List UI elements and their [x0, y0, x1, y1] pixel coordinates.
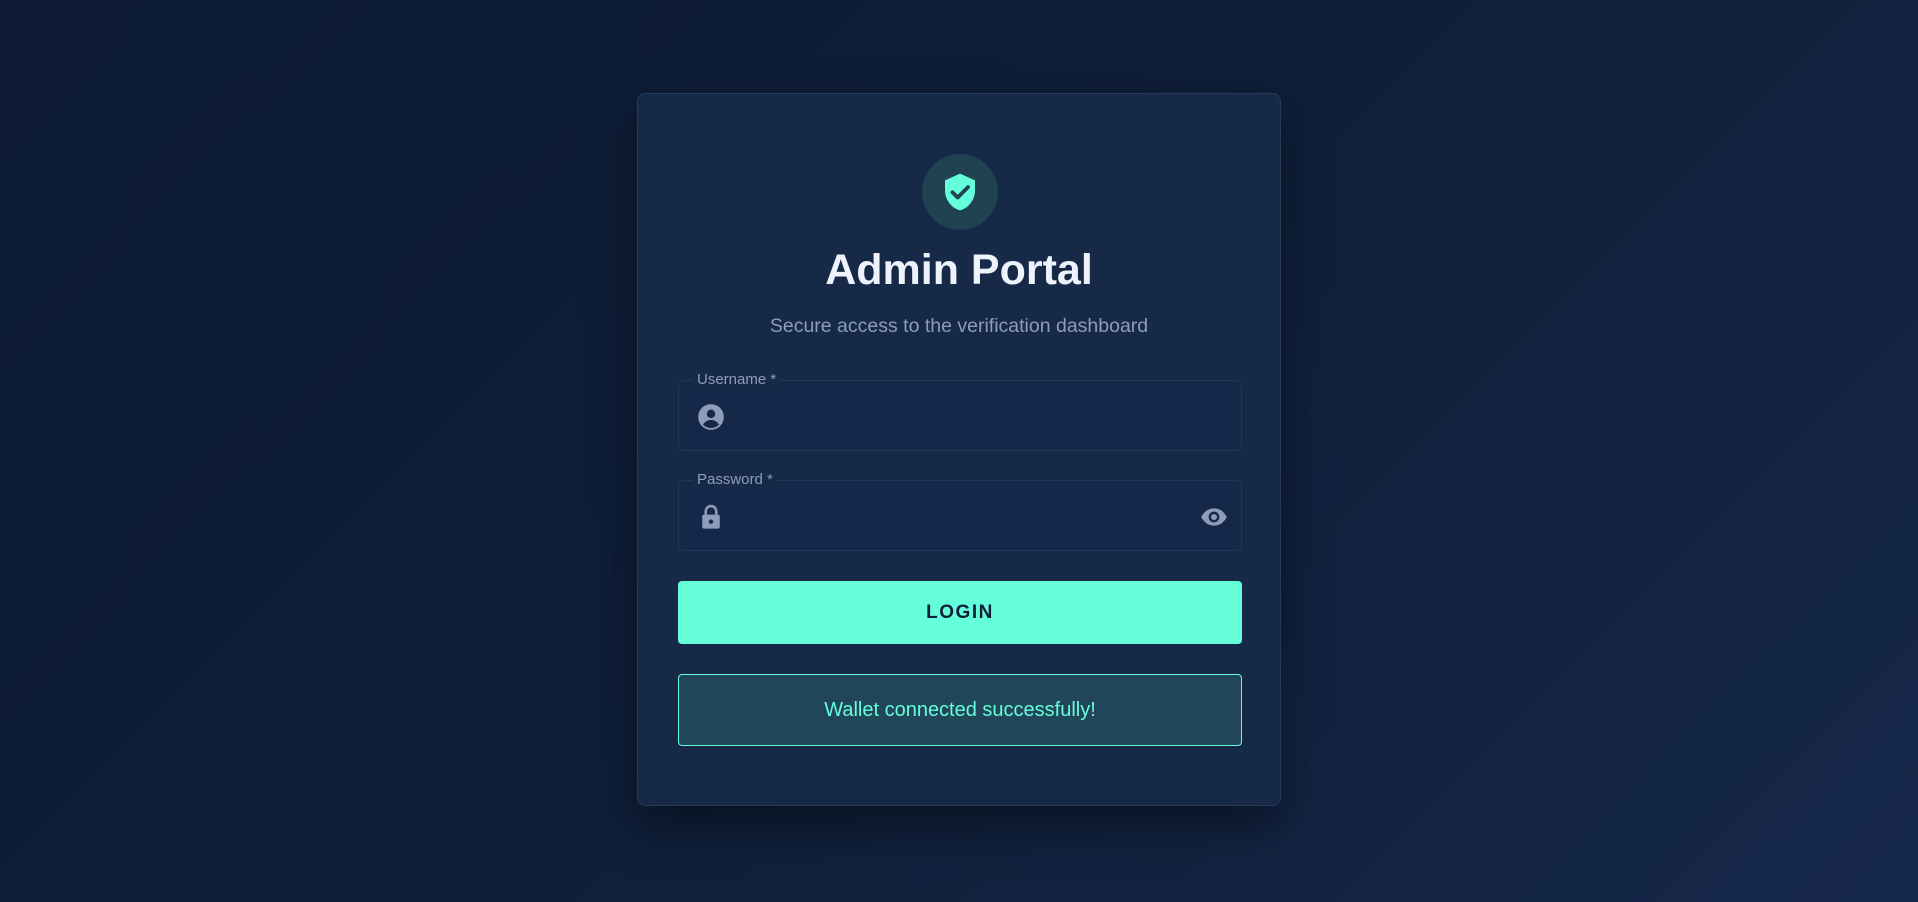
lock-icon	[702, 504, 720, 529]
status-alert: Wallet connected successfully!	[678, 674, 1242, 746]
logo-badge	[922, 154, 998, 230]
status-message: Wallet connected successfully!	[824, 698, 1096, 721]
password-field[interactable]: Password *	[678, 471, 1242, 551]
login-button[interactable]: LOGIN	[678, 581, 1242, 644]
username-label: Username *	[693, 371, 781, 389]
username-field[interactable]: Username *	[678, 371, 1242, 451]
password-input[interactable]	[739, 495, 1179, 539]
username-input[interactable]	[739, 395, 1179, 439]
user-circle-icon	[698, 404, 724, 430]
eye-icon[interactable]	[1199, 503, 1229, 531]
password-label: Password *	[693, 471, 777, 489]
page-title: Admin Portal	[825, 246, 1093, 294]
login-card: Admin Portal Secure access to the verifi…	[637, 93, 1281, 806]
page-subtitle: Secure access to the verification dashbo…	[769, 315, 1149, 337]
shield-check-icon	[945, 173, 975, 211]
